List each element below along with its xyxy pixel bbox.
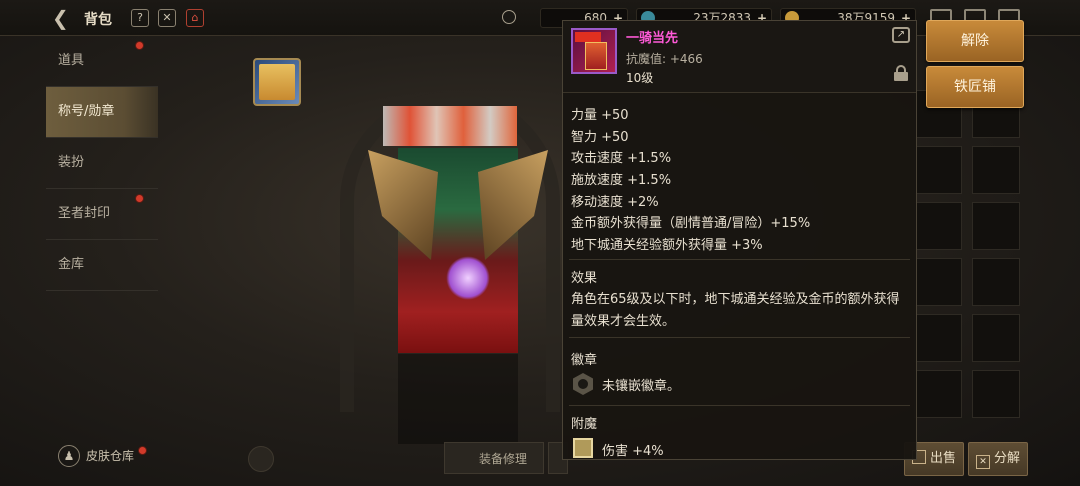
menu-item-label: 金库 [58,257,85,272]
enchant-text: 伤害 +4% [602,444,664,459]
inventory-slot[interactable] [972,146,1020,194]
emblem-text: 未镶嵌徽章。 [602,379,681,394]
remove-button[interactable]: 解除 [926,20,1024,62]
character-orb [446,256,490,300]
notification-dot [135,194,144,203]
inventory-slot[interactable] [972,370,1020,418]
repair-equipment-button[interactable]: 装备修理 [444,442,544,474]
item-resist: 抗魔值: +466 [626,52,703,66]
menu-item-items[interactable]: 道具 [46,36,158,87]
coin-c-icon [502,10,516,24]
divider [569,405,910,406]
sell-label: 出售 [929,451,956,466]
item-icon [571,28,617,74]
page-title: 背包 [84,12,112,28]
tooltip-header: 一骑当先 抗魔值: +466 10级 ↗ [563,21,916,93]
enchant-title: 附魔 [571,417,598,432]
disassemble-icon: ✕ [975,455,990,469]
lock-icon[interactable] [894,65,908,81]
inventory-slot[interactable] [972,314,1020,362]
inventory-slot[interactable] [914,202,962,250]
inventory-slot[interactable] [914,258,962,306]
character-title-banner [383,106,517,146]
inventory-slot[interactable] [972,258,1020,306]
skin-storage-button[interactable]: ♟ 皮肤仓库 [56,442,156,470]
menu-item-label: 道具 [58,53,85,68]
effect-title: 效果 [571,271,598,286]
stat-line: 地下城通关经验额外获得量 +3% [571,238,763,254]
stat-line: 攻击速度 +1.5% [571,151,672,167]
disassemble-label: 分解 [993,451,1020,466]
stat-line: 金币额外获得量（剧情普通/冒险）+15% [571,216,811,232]
share-icon[interactable]: ↗ [892,27,910,43]
inventory-slot[interactable] [914,146,962,194]
stat-line: 智力 +50 [571,129,629,145]
character-shadow [398,354,518,444]
item-name: 一骑当先 [626,31,679,46]
notification-dot [135,41,144,50]
divider [569,259,910,260]
inventory-slot[interactable] [972,202,1020,250]
skin-storage-icon: ♟ [58,445,80,467]
stat-line: 力量 +50 [571,108,629,123]
blacksmith-button[interactable]: 铁匠铺 [926,66,1024,108]
inventory-slot[interactable] [914,314,962,362]
equipped-title-icon[interactable] [253,58,301,106]
back-arrow-icon[interactable]: ❮ [52,8,76,28]
enchant-card-icon [573,438,593,458]
item-level: 10级 [626,71,654,85]
effect-text: 角色在65级及以下时，地下城通关经验及金币的额外获得量效果才会生效。 [571,292,900,329]
item-badge [575,32,601,42]
inventory-slot[interactable] [914,370,962,418]
menu-item-saint-seal[interactable]: 圣者封印 [46,189,158,240]
stat-line: 施放速度 +1.5% [571,173,672,189]
menu-item-label: 装扮 [58,155,85,170]
rotate-view-icon[interactable] [248,446,274,472]
menu-item-avatar[interactable]: 装扮 [46,138,158,189]
disassemble-button[interactable]: ✕ 分解 [968,442,1028,476]
gift-bag-icon[interactable]: ⌂ [186,9,204,27]
emblem-socket-icon [573,373,593,395]
menu-item-label: 圣者封印 [58,206,111,221]
help-icon[interactable]: ? [131,9,149,27]
calendar-icon[interactable]: ✕ [158,9,176,27]
item-tooltip: 一骑当先 抗魔值: +466 10级 ↗ 力量 +50 智力 +50 攻击速度 … [562,20,917,460]
emblem-title: 徽章 [571,353,598,368]
menu-item-vault[interactable]: 金库 [46,240,158,291]
item-book-icon [585,42,607,70]
item-stats: 力量 +50 智力 +50 攻击速度 +1.5% 施放速度 +1.5% 移动速度… [571,105,810,257]
skin-storage-label: 皮肤仓库 [86,449,135,463]
stat-line: 移动速度 +2% [571,194,659,210]
category-menu: 道具 称号/勋章 装扮 圣者封印 金库 [46,36,158,291]
menu-item-titles-medals[interactable]: 称号/勋章 [46,87,158,138]
menu-item-label: 称号/勋章 [58,104,115,119]
top-bar: ❮ 背包 ? ✕ ⌂ 680 + 23万2833 + 38万9159 + [0,0,1080,36]
notification-dot [138,446,147,455]
divider [569,337,910,338]
